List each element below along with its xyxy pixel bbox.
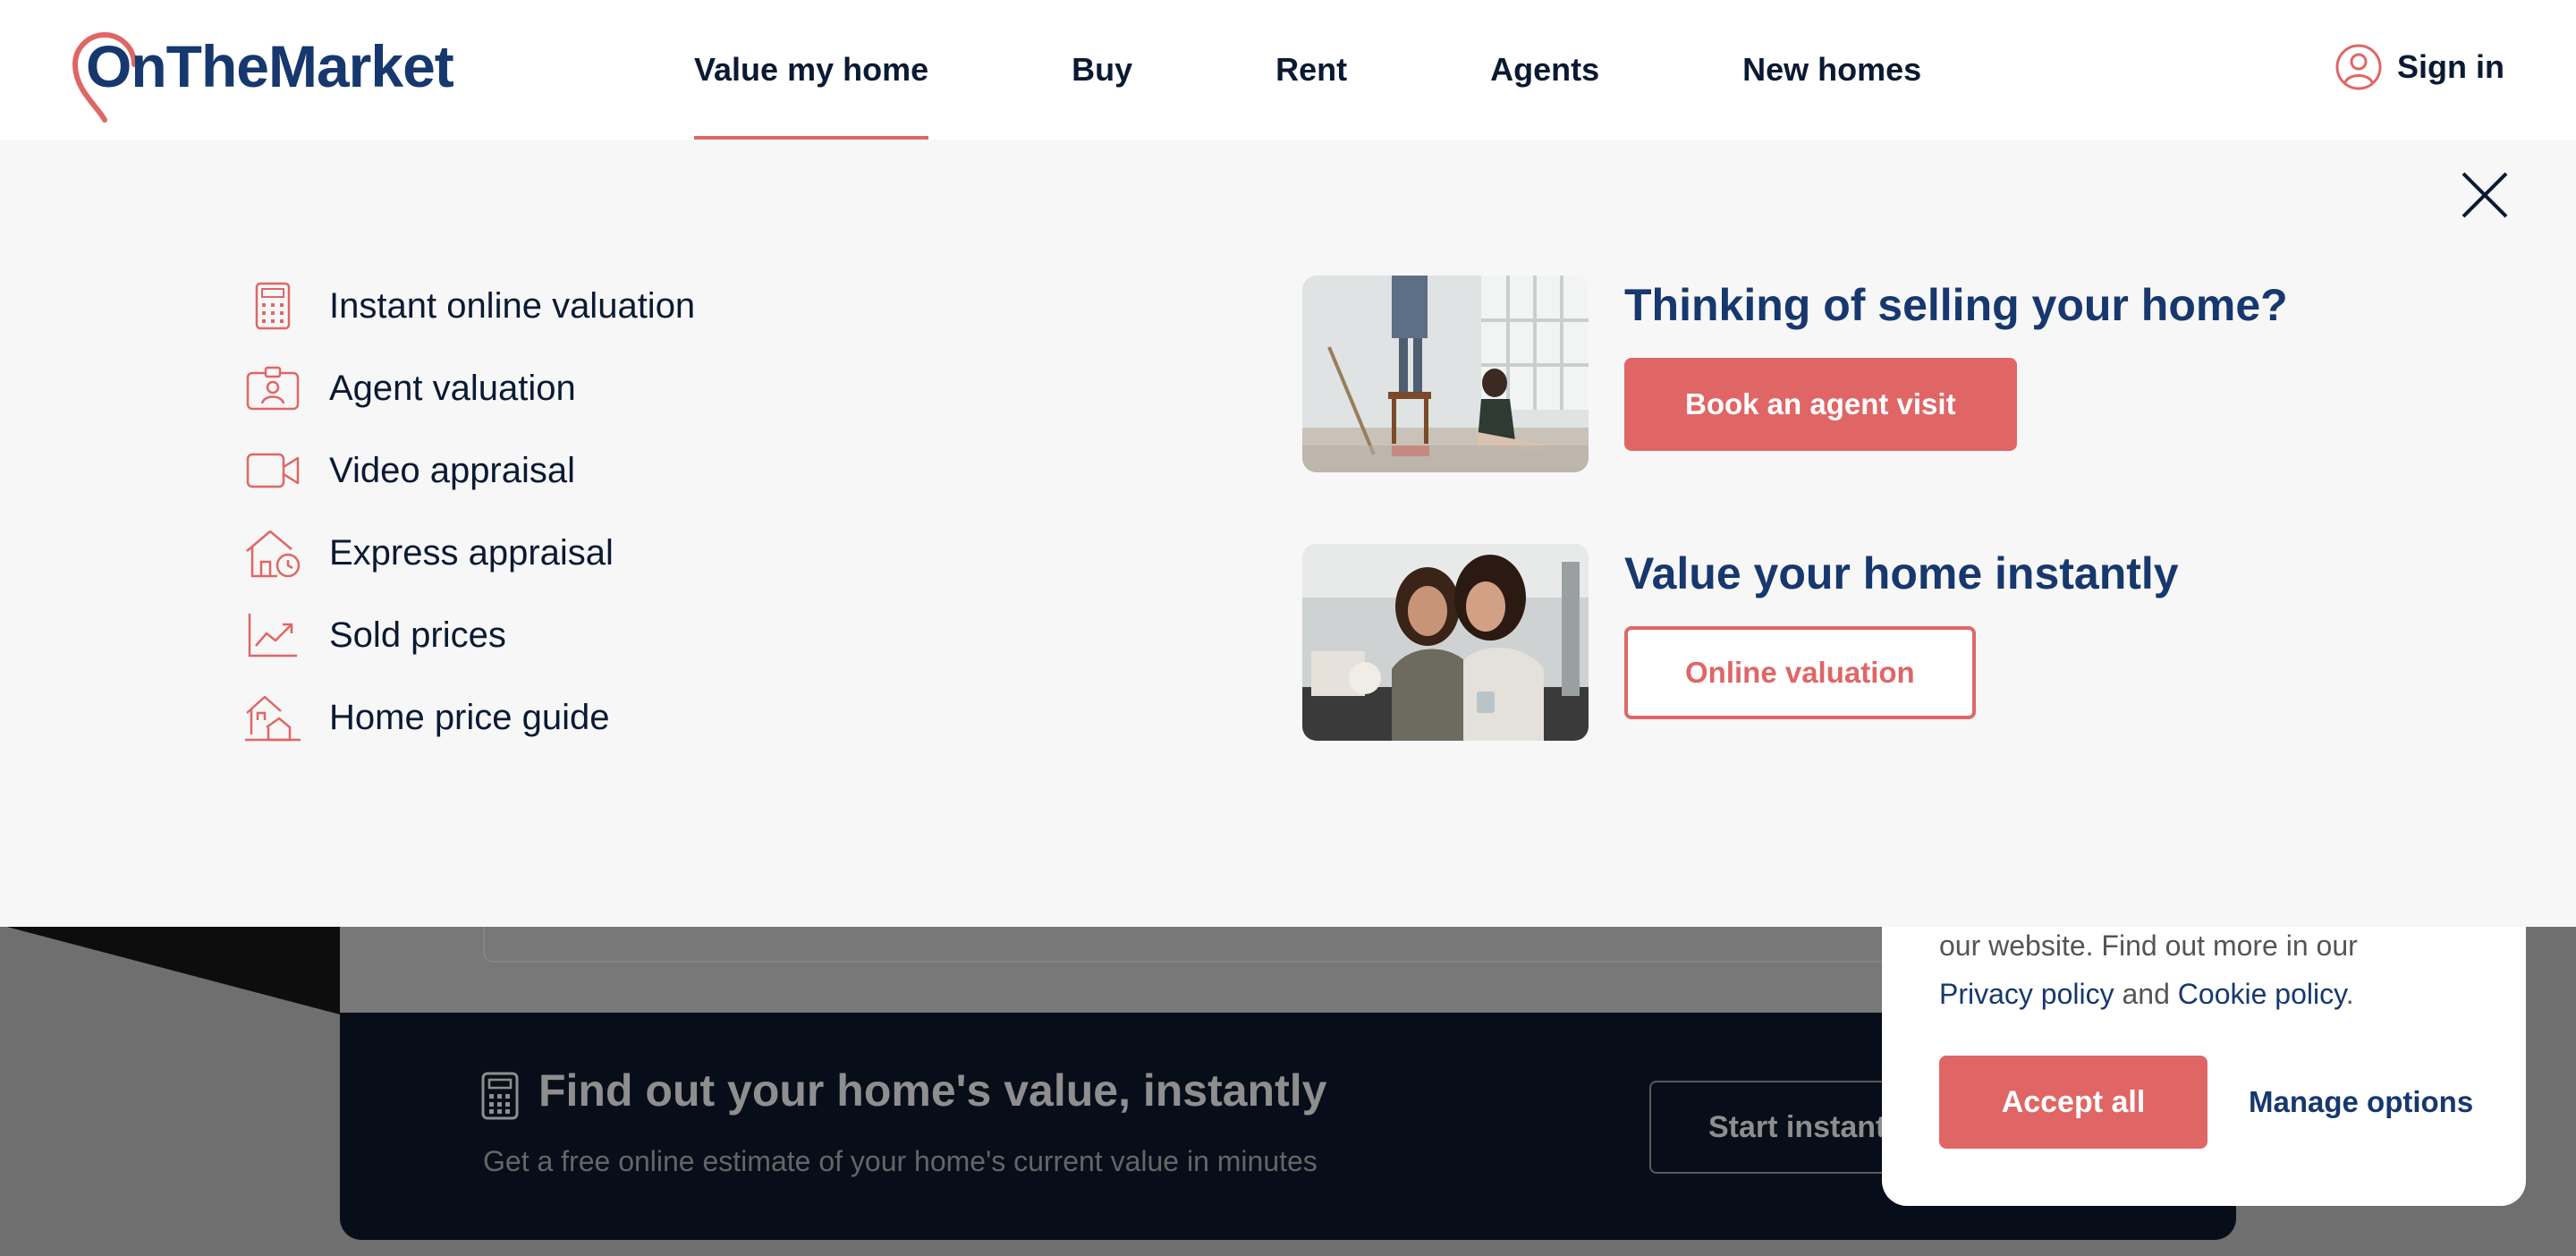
sign-in-label: Sign in: [2397, 48, 2504, 85]
house-clock-icon: [242, 522, 304, 584]
menu-item-agent-valuation[interactable]: Agent valuation: [242, 347, 695, 429]
calculator-icon: [242, 275, 304, 337]
promo-selling-body: Thinking of selling your home? Book an a…: [1624, 276, 2288, 472]
video-camera-icon: [242, 439, 304, 502]
promo-selling-title: Thinking of selling your home?: [1624, 280, 2288, 330]
menu-item-sold-prices[interactable]: Sold prices: [242, 594, 695, 676]
nav-buy[interactable]: Buy: [1072, 0, 1132, 140]
promo-instant-value-body: Value your home instantly Online valuati…: [1624, 544, 2179, 741]
manage-options-button[interactable]: Manage options: [2249, 1056, 2473, 1149]
calculator-icon: [481, 1072, 519, 1124]
menu-item-express-appraisal[interactable]: Express appraisal: [242, 512, 695, 594]
menu-item-label: Express appraisal: [329, 532, 614, 573]
privacy-policy-link[interactable]: Privacy policy: [1939, 978, 2114, 1010]
cookie-text-line: our website. Find out more in our: [1939, 929, 2358, 962]
nav-value-my-home[interactable]: Value my home: [694, 0, 929, 140]
promo-photo-women-kitchen: [1302, 544, 1589, 741]
cookie-and-text: and: [2122, 978, 2170, 1010]
promo-photo-painting: [1302, 276, 1589, 472]
menu-item-home-price-guide[interactable]: Home price guide: [242, 676, 695, 759]
id-badge-icon: [242, 357, 304, 420]
background-search-box: [483, 925, 2004, 963]
logo[interactable]: OnTheMarket: [70, 27, 454, 123]
houses-icon: [242, 686, 304, 749]
menu-item-label: Video appraisal: [329, 450, 576, 490]
menu-item-label: Agent valuation: [329, 368, 576, 408]
close-icon[interactable]: [2460, 170, 2510, 220]
cookie-consent-panel: our website. Find out more in our Privac…: [1882, 904, 2526, 1206]
nav-new-homes[interactable]: New homes: [1742, 0, 1921, 140]
cookie-policy-link[interactable]: Cookie policy: [2178, 978, 2346, 1010]
site-header: OnTheMarket Value my home Buy Rent Agent…: [0, 0, 2576, 140]
menu-item-instant-online-valuation[interactable]: Instant online valuation: [242, 265, 695, 347]
sign-in-link[interactable]: Sign in: [2334, 43, 2504, 91]
nav-rent[interactable]: Rent: [1275, 0, 1347, 140]
cookie-text: our website. Find out more in our Privac…: [1939, 921, 2476, 1018]
accept-all-button[interactable]: Accept all: [1939, 1056, 2207, 1149]
menu-item-video-appraisal[interactable]: Video appraisal: [242, 429, 695, 512]
nav-agents[interactable]: Agents: [1490, 0, 1599, 140]
cta-title: Find out your home's value, instantly: [538, 1065, 1327, 1116]
promo-instant-value-title: Value your home instantly: [1624, 548, 2179, 598]
logo-text: OnTheMarket: [86, 33, 454, 99]
valuation-menu-list: Instant online valuation Agent valuation…: [242, 265, 695, 759]
book-agent-visit-button[interactable]: Book an agent visit: [1624, 358, 2017, 451]
menu-item-label: Sold prices: [329, 615, 506, 655]
main-nav: Value my home Buy Rent Agents New homes: [694, 0, 1921, 140]
menu-item-label: Instant online valuation: [329, 285, 696, 326]
online-valuation-button[interactable]: Online valuation: [1624, 626, 1976, 719]
cookie-period: .: [2345, 978, 2354, 1010]
menu-item-label: Home price guide: [329, 697, 610, 737]
promo-instant-value: Value your home instantly Online valuati…: [1302, 544, 2179, 741]
cta-subtitle: Get a free online estimate of your home'…: [483, 1145, 1318, 1177]
value-my-home-menu: Instant online valuation Agent valuation…: [0, 140, 2576, 927]
user-circle-icon: [2335, 44, 2382, 90]
promo-selling: Thinking of selling your home? Book an a…: [1302, 276, 2288, 472]
trend-chart-icon: [242, 604, 304, 666]
